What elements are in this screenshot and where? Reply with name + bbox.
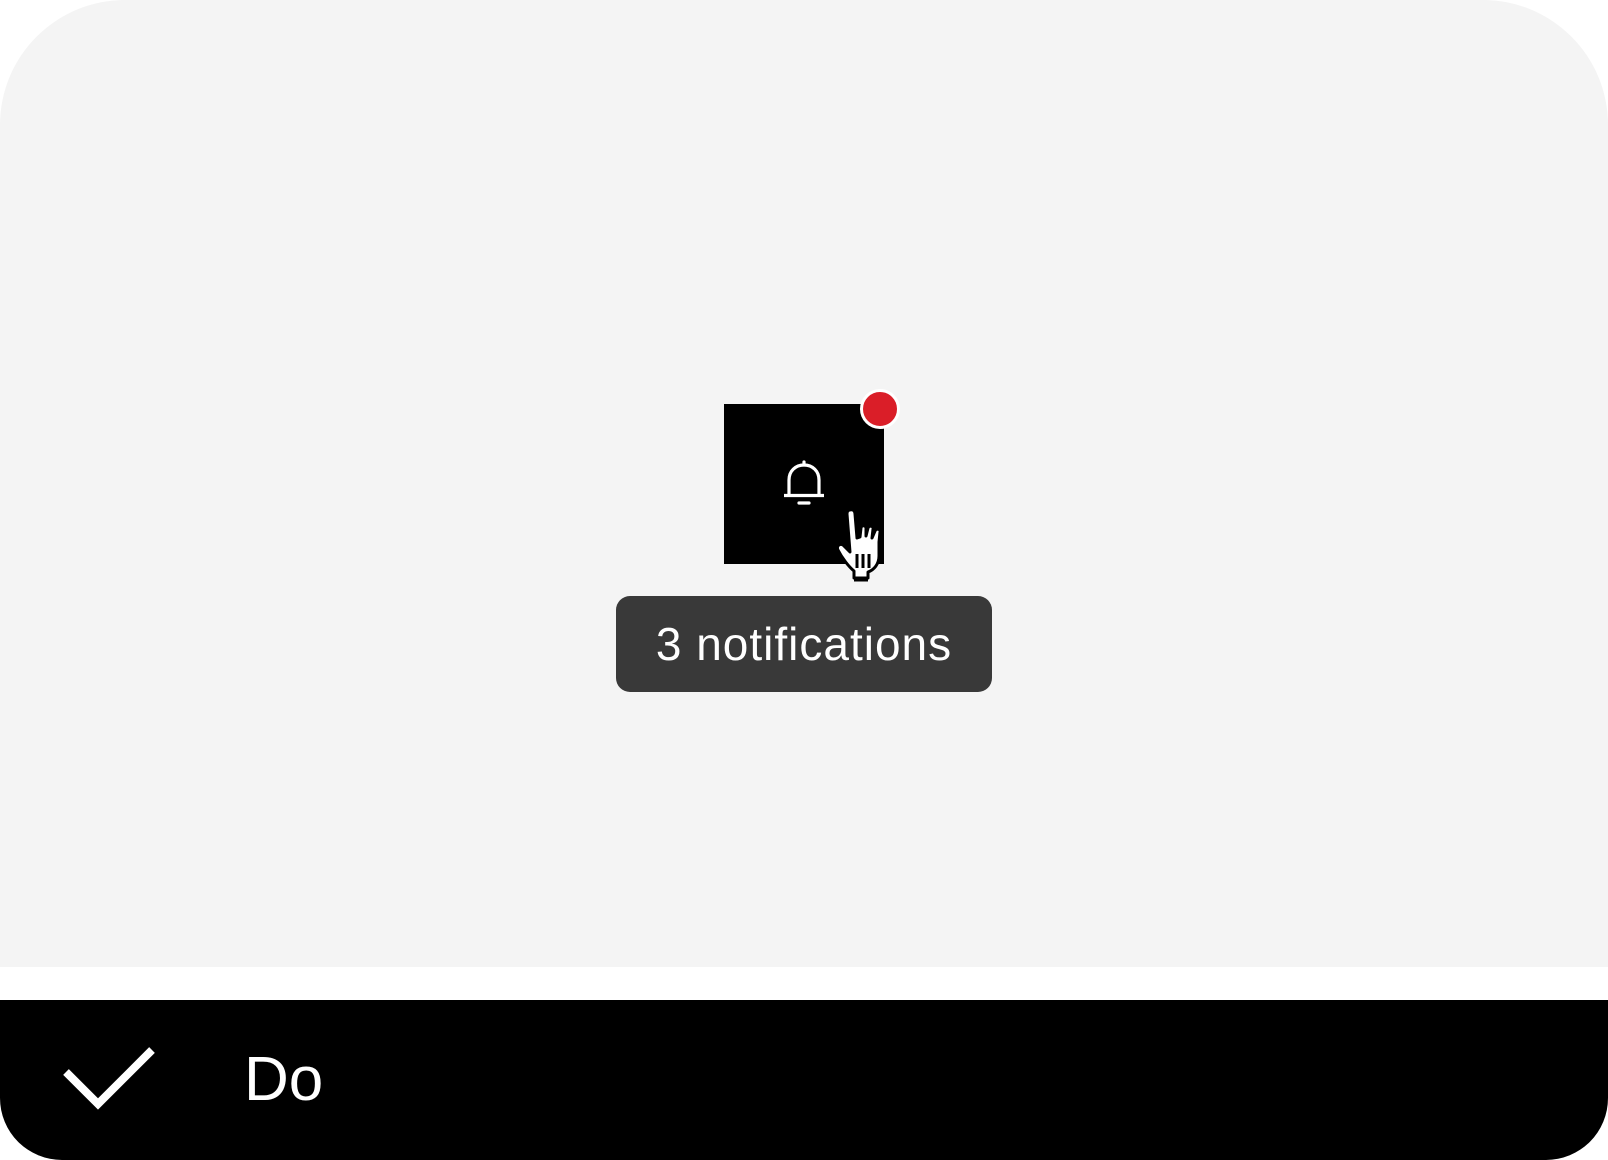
pointer-hand-icon: [836, 508, 882, 582]
checkmark-icon: [63, 1047, 155, 1110]
do-footer: Do: [0, 1000, 1608, 1160]
tooltip: 3 notifications: [616, 596, 992, 692]
example-canvas: 3 notifications: [0, 0, 1608, 967]
bell-icon: [784, 460, 824, 505]
tooltip-text: 3 notifications: [655, 618, 953, 670]
do-label: Do: [244, 1045, 324, 1114]
notification-badge: [860, 389, 900, 429]
guideline-card: 3 notifications Do: [0, 0, 1608, 1160]
